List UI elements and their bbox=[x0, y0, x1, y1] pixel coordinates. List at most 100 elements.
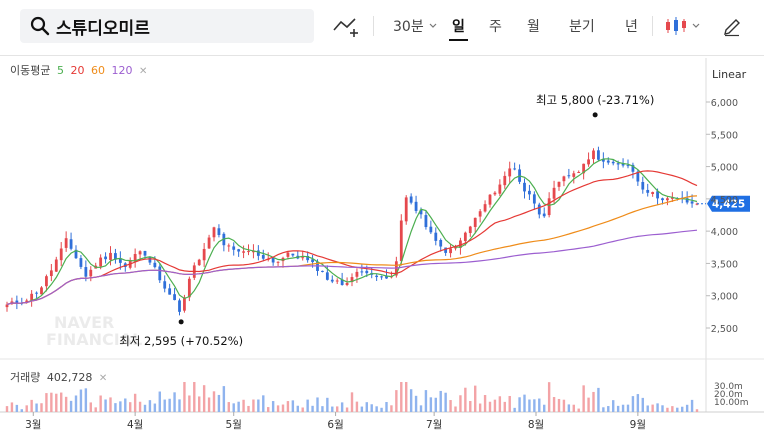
volume-bar bbox=[10, 402, 14, 412]
candle-body bbox=[212, 227, 216, 238]
candle-body bbox=[582, 163, 586, 174]
toolbar-bottom-border bbox=[0, 55, 764, 56]
volume-bar bbox=[562, 399, 566, 412]
volume-bar bbox=[370, 404, 373, 412]
volume-bar bbox=[400, 382, 403, 412]
tab-quarter[interactable]: 분기 bbox=[569, 0, 595, 52]
candle-body bbox=[370, 272, 374, 275]
volume-bar bbox=[227, 402, 230, 412]
candle-body bbox=[513, 168, 517, 170]
candle-body bbox=[173, 294, 176, 301]
x-tick-label: 9월 bbox=[630, 419, 646, 431]
tab-month[interactable]: 월 bbox=[527, 0, 540, 52]
volume-tick-label: 10.00m bbox=[714, 398, 749, 408]
volume-bar bbox=[281, 404, 285, 412]
volume-bar bbox=[513, 407, 516, 412]
candle-body bbox=[99, 257, 103, 267]
candle-body bbox=[434, 232, 438, 241]
volume-bar bbox=[572, 404, 575, 412]
chart-type-dropdown[interactable] bbox=[664, 0, 701, 52]
volume-bar bbox=[631, 396, 635, 412]
candle-body bbox=[508, 168, 512, 177]
volume-bar bbox=[695, 409, 699, 412]
close-icon[interactable]: ✕ bbox=[139, 66, 147, 77]
tab-year[interactable]: 년 bbox=[625, 0, 638, 52]
candle-body bbox=[276, 261, 280, 263]
volume-bar bbox=[454, 406, 457, 412]
volume-bar bbox=[173, 392, 176, 412]
candle-body bbox=[217, 228, 221, 235]
volume-bar bbox=[25, 405, 28, 412]
candle-body bbox=[483, 204, 487, 212]
candlestick-icon bbox=[666, 17, 686, 35]
candle-body bbox=[74, 249, 78, 259]
candle-body bbox=[187, 278, 191, 298]
candle-body bbox=[523, 182, 526, 192]
volume-bar bbox=[365, 402, 368, 412]
volume-bar bbox=[45, 393, 48, 412]
volume-bar bbox=[488, 401, 492, 412]
ma-5-line bbox=[6, 158, 698, 306]
candle-body bbox=[69, 239, 73, 249]
volume-bar bbox=[296, 405, 299, 412]
volume-bar bbox=[138, 401, 142, 412]
candle-body bbox=[670, 197, 674, 199]
candle-body bbox=[242, 251, 245, 253]
interval-dropdown[interactable]: 30분 bbox=[393, 0, 438, 52]
volume-bar bbox=[217, 394, 221, 412]
tab-day[interactable]: 일 bbox=[449, 0, 468, 52]
volume-bar bbox=[607, 406, 610, 412]
tab-week[interactable]: 주 bbox=[489, 0, 502, 52]
candle-body bbox=[79, 258, 83, 267]
candle-body bbox=[360, 271, 364, 273]
volume-bar bbox=[276, 405, 280, 412]
candle-body bbox=[301, 257, 305, 259]
candle-body bbox=[463, 232, 467, 242]
candle-body bbox=[128, 260, 132, 268]
volume-bar bbox=[355, 401, 359, 412]
candle-body bbox=[252, 250, 255, 253]
candle-body bbox=[552, 187, 556, 199]
candle-body bbox=[271, 257, 275, 263]
volume-bar bbox=[626, 404, 630, 412]
current-price-badge bbox=[707, 195, 750, 212]
volume-bar bbox=[331, 406, 334, 412]
chevron-down-icon bbox=[692, 23, 700, 28]
volume-bar bbox=[153, 403, 157, 412]
volume-bar bbox=[79, 389, 83, 412]
close-icon[interactable]: ✕ bbox=[99, 373, 107, 384]
volume-bar bbox=[20, 409, 23, 412]
volume-bar bbox=[109, 397, 112, 412]
volume-bar bbox=[212, 391, 216, 412]
chart-toolbar: 스튜디오미르 30분 일 주 월 분기 년 bbox=[0, 0, 764, 52]
compare-chart-icon[interactable] bbox=[332, 16, 360, 38]
candle-body bbox=[621, 163, 625, 166]
search-box[interactable]: 스튜디오미르 bbox=[20, 9, 314, 43]
candle-body bbox=[123, 263, 127, 268]
candle-body bbox=[528, 190, 531, 195]
volume-bar bbox=[656, 403, 659, 412]
volume-bar bbox=[262, 395, 265, 412]
candle-body bbox=[454, 247, 457, 249]
candle-body bbox=[473, 217, 477, 227]
candle-body bbox=[296, 255, 300, 259]
candle-body bbox=[468, 226, 472, 234]
scale-label[interactable]: Linear bbox=[712, 68, 747, 81]
watermark-line-1: NAVER bbox=[54, 313, 114, 332]
candle-body bbox=[35, 292, 38, 294]
volume-bar bbox=[567, 404, 571, 412]
candle-body bbox=[414, 201, 418, 211]
pencil-icon[interactable] bbox=[722, 17, 742, 37]
candle-body bbox=[163, 281, 167, 289]
volume-bar bbox=[5, 406, 9, 412]
candle-body bbox=[601, 159, 605, 162]
volume-bar bbox=[345, 407, 349, 412]
candle-body bbox=[537, 204, 541, 215]
search-query[interactable]: 스튜디오미르 bbox=[56, 14, 150, 39]
candle-body bbox=[340, 279, 344, 286]
volume-bar bbox=[202, 385, 206, 412]
volume-bar bbox=[311, 405, 314, 412]
volume-bar bbox=[685, 404, 689, 412]
candle-body bbox=[5, 304, 9, 308]
candle-body bbox=[542, 213, 546, 217]
